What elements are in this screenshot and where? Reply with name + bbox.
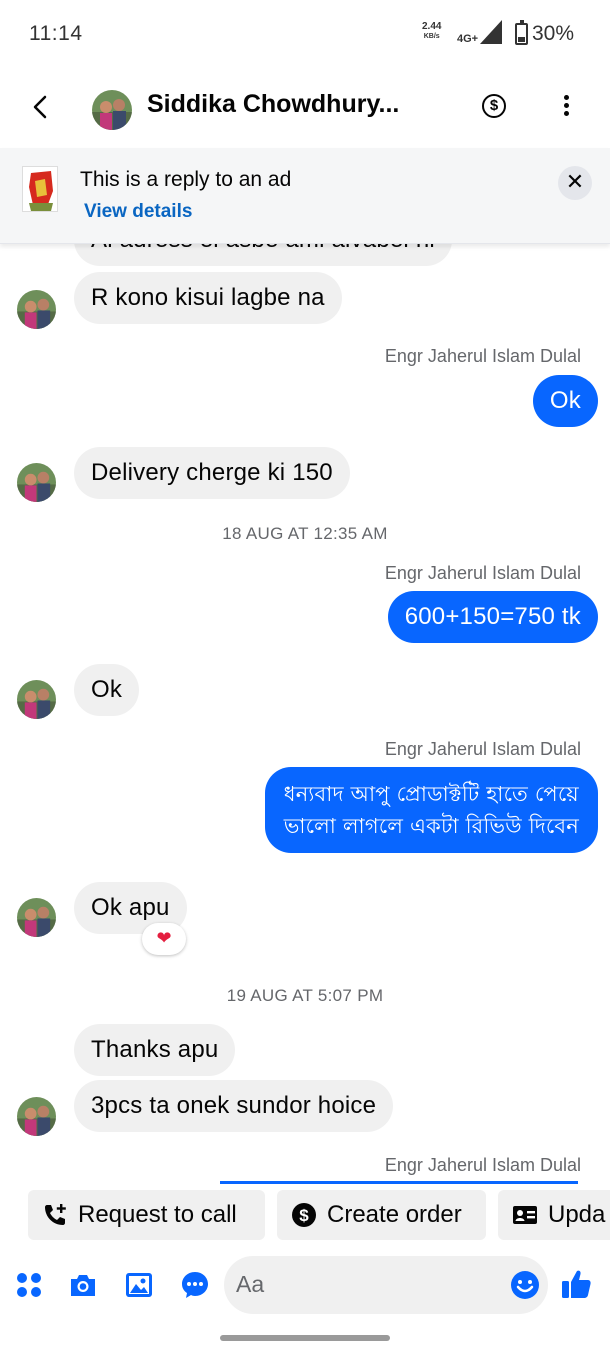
- message-line: ভালো লাগলে একটা রিভিউ দিবেন: [283, 814, 579, 838]
- more-options-icon[interactable]: [556, 92, 576, 124]
- status-time: 11:14: [29, 22, 83, 45]
- message-bubble[interactable]: 3pcs ta onek sundor hoice: [74, 1080, 394, 1132]
- sender-label: Engr Jaherul Islam Dulal: [384, 346, 581, 366]
- sender-label: Engr Jaherul Islam Dulal: [384, 739, 581, 759]
- message-thread[interactable]: Al adress ei asbe ami aivabei ni R kono …: [0, 244, 610, 1184]
- chip-label: Upda: [548, 1201, 606, 1228]
- camera-icon[interactable]: [68, 1270, 98, 1300]
- sender-label: Engr Jaherul Islam Dulal: [384, 563, 581, 583]
- chip-label: Request to call: [78, 1201, 237, 1228]
- chip-label: Create order: [327, 1201, 462, 1228]
- avatar[interactable]: [17, 463, 56, 502]
- back-arrow-icon[interactable]: [24, 90, 58, 124]
- message-bubble[interactable]: Al adress ei asbe ami aivabei ni: [74, 244, 452, 266]
- timestamp: 19 AUG AT 5:07 PM: [226, 986, 384, 1005]
- payment-dollar-icon[interactable]: $: [482, 94, 506, 118]
- sender-label: Engr Jaherul Islam Dulal: [384, 1155, 581, 1175]
- avatar[interactable]: [17, 290, 56, 329]
- update-button[interactable]: Upda: [498, 1190, 610, 1240]
- message-bubble[interactable]: Thanks apu: [74, 1024, 236, 1076]
- request-call-button[interactable]: Request to call: [28, 1190, 265, 1240]
- network-type: 4G+: [457, 33, 479, 45]
- chat-more-icon[interactable]: [180, 1270, 210, 1300]
- contact-name[interactable]: Siddika Chowdhury...: [147, 90, 399, 119]
- create-order-button[interactable]: $ Create order: [277, 1190, 486, 1240]
- message-bubble[interactable]: ধন্যবাদ আপু প্রোডাক্টটি হাতে পেয়ে ভালো …: [264, 767, 598, 853]
- message-line: ধন্যবাদ আপু প্রোডাক্টটি হাতে পেয়ে: [283, 782, 579, 806]
- signal-icon: [480, 20, 502, 44]
- message-input[interactable]: Aa: [224, 1256, 548, 1314]
- svg-text:$: $: [299, 1206, 309, 1225]
- thumbs-up-icon[interactable]: [560, 1268, 592, 1300]
- dollar-circle-icon: $: [292, 1203, 316, 1227]
- ad-thumbnail[interactable]: [22, 166, 58, 212]
- message-bubble[interactable]: Ok: [74, 664, 140, 716]
- outgoing-bubble-edge: [220, 1181, 578, 1184]
- contact-card-icon: [513, 1206, 537, 1224]
- chat-header: Siddika Chowdhury... $: [0, 72, 610, 144]
- battery-percent: 30%: [532, 22, 575, 45]
- menu-dots-icon[interactable]: [14, 1270, 44, 1300]
- view-details-link[interactable]: View details: [84, 201, 192, 223]
- message-bubble[interactable]: 600+150=750 tk: [387, 591, 598, 643]
- net-speed: 2.44 KB/s: [422, 21, 442, 41]
- gallery-icon[interactable]: [124, 1270, 154, 1300]
- ad-banner-title: This is a reply to an ad: [80, 168, 292, 191]
- composer-bar: Aa: [0, 1256, 610, 1316]
- avatar[interactable]: [92, 90, 132, 130]
- message-bubble[interactable]: R kono kisui lagbe na: [74, 272, 342, 324]
- message-bubble[interactable]: Ok: [532, 375, 598, 427]
- avatar[interactable]: [17, 1097, 56, 1136]
- avatar[interactable]: [17, 680, 56, 719]
- quick-actions: Request to call $ Create order Upda: [0, 1190, 610, 1240]
- home-indicator: [220, 1335, 390, 1341]
- phone-plus-icon: [45, 1204, 66, 1225]
- message-bubble[interactable]: Delivery cherge ki 150: [74, 447, 350, 499]
- heart-reaction-icon[interactable]: ❤: [142, 923, 186, 955]
- emoji-icon[interactable]: [510, 1270, 540, 1300]
- ad-reply-banner: This is a reply to an ad View details ✕: [0, 148, 610, 244]
- avatar[interactable]: [17, 898, 56, 937]
- timestamp: 18 AUG AT 12:35 AM: [222, 524, 388, 543]
- close-icon[interactable]: ✕: [558, 166, 592, 200]
- status-bar: 11:14 2.44 KB/s 4G+ 30%: [0, 0, 610, 70]
- message-placeholder: Aa: [236, 1271, 265, 1297]
- battery-icon: [515, 20, 528, 45]
